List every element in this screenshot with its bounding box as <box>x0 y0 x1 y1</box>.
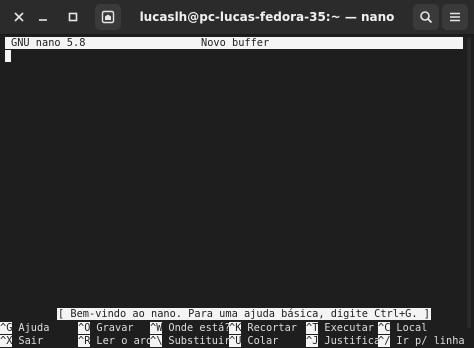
shortcut-label: Local <box>396 322 428 334</box>
minimize-icon[interactable] <box>30 4 56 30</box>
buffer-name: Novo buffer <box>201 37 270 49</box>
shortcut-row-1: ^G Ajuda ^O Gravar ^W Onde está? ^K Recortar… <box>0 322 474 334</box>
shortcut-paste[interactable]: ^U Colar <box>229 335 278 347</box>
terminal-scrollbar[interactable] <box>467 38 471 328</box>
close-icon[interactable] <box>6 4 32 30</box>
shortcut-key: ^R <box>78 335 91 347</box>
shortcut-label: Recortar <box>247 322 298 334</box>
shortcut-label: Ir p/ linha <box>396 335 465 347</box>
terminal-window: lucaslh@pc-lucas-fedora-35:~ — nano GNU … <box>0 0 474 348</box>
shortcut-key: ^/ <box>378 335 391 347</box>
shortcut-key: ^\ <box>150 335 163 347</box>
shortcut-key: ^K <box>229 322 242 334</box>
shortcut-location[interactable]: ^C Local <box>378 322 427 334</box>
window-title: lucaslh@pc-lucas-fedora-35:~ — nano <box>139 10 395 24</box>
terminal-area[interactable]: GNU nano 5.8 Novo buffer [ Bem-vindo ao … <box>0 35 474 348</box>
shortcut-justify[interactable]: ^J Justificar <box>306 335 386 347</box>
shortcut-label: Colar <box>247 335 279 347</box>
titlebar: lucaslh@pc-lucas-fedora-35:~ — nano <box>0 0 474 35</box>
shortcut-label: Gravar <box>96 322 134 334</box>
shortcut-label: Sair <box>18 335 44 347</box>
nano-header-bar: GNU nano 5.8 Novo buffer <box>5 37 463 49</box>
shortcut-go-to-line[interactable]: ^/ Ir p/ linha <box>378 335 465 347</box>
shortcut-exit[interactable]: ^X Sair <box>0 335 43 347</box>
shortcut-key: ^O <box>78 322 91 334</box>
nano-version: GNU nano 5.8 <box>11 37 86 49</box>
shortcut-key: ^C <box>378 322 391 334</box>
shortcut-label: Ajuda <box>18 322 50 334</box>
shortcut-read-file[interactable]: ^R Ler o arq <box>78 335 152 347</box>
shortcut-row-2: ^X Sair ^R Ler o arq ^\ Substituir ^U Colar … <box>0 335 474 347</box>
shortcut-label: Executar <box>324 322 375 334</box>
maximize-icon[interactable] <box>60 4 86 30</box>
shortcut-cut[interactable]: ^K Recortar <box>229 322 297 334</box>
shortcut-where-is[interactable]: ^W Onde está? <box>150 322 230 334</box>
shortcut-label: Ler o arq <box>96 335 153 347</box>
shortcut-label: Substituir <box>168 335 231 347</box>
shortcut-label: Onde está? <box>168 322 231 334</box>
shortcut-replace[interactable]: ^\ Substituir <box>150 335 230 347</box>
shortcut-key: ^T <box>306 322 319 334</box>
shortcut-help[interactable]: ^G Ajuda <box>0 322 49 334</box>
shortcut-key: ^W <box>150 322 163 334</box>
shortcut-execute[interactable]: ^T Executar <box>306 322 374 334</box>
search-icon[interactable] <box>413 4 439 30</box>
shortcut-save[interactable]: ^O Gravar <box>78 322 134 334</box>
shortcut-key: ^U <box>229 335 242 347</box>
menu-icon[interactable] <box>442 4 468 30</box>
shortcut-key: ^X <box>0 335 13 347</box>
status-message: [ Bem-vindo ao nano. Para uma ajuda bási… <box>57 308 431 320</box>
shortcut-key: ^G <box>0 322 13 334</box>
shortcut-key: ^J <box>306 335 319 347</box>
new-tab-icon[interactable] <box>95 4 121 30</box>
text-cursor <box>5 50 11 62</box>
